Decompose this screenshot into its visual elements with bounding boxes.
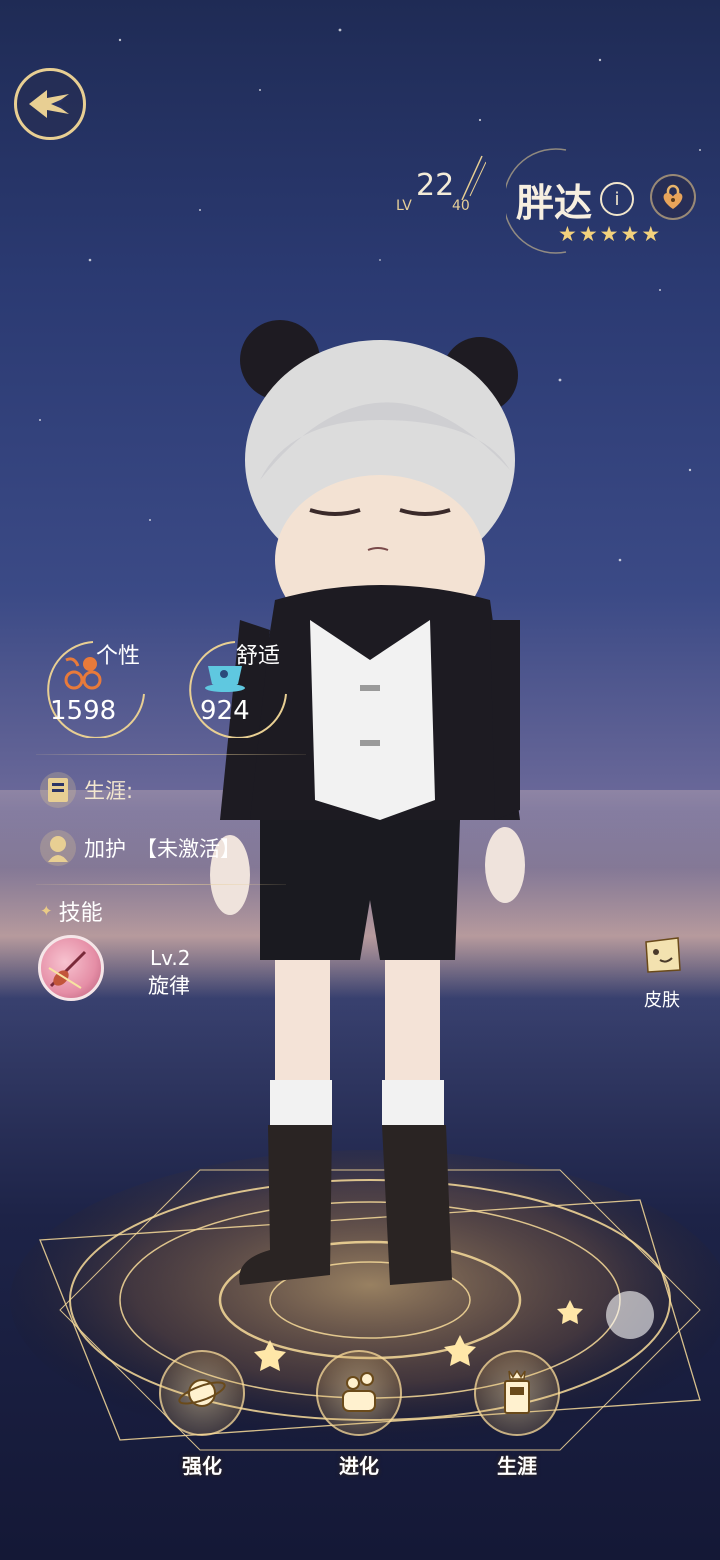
enhance-circle (159, 1350, 245, 1436)
protection-info-row[interactable]: 加护 【未激活】 (38, 828, 241, 868)
rarity-stars: ★ ★ ★ ★ ★ (558, 222, 660, 246)
personality-label: 个性 (96, 644, 141, 669)
skills-heading: ✦ 技能 (40, 895, 103, 927)
evolve-figures-icon (342, 1372, 376, 1412)
star-icon: ★ (599, 222, 619, 246)
character-name: 胖达 (516, 180, 593, 225)
career-icon (40, 772, 76, 808)
skill-level: Lv.2 (150, 946, 191, 970)
section-divider (36, 884, 286, 885)
level-current: 22 (416, 168, 455, 203)
back-button[interactable] (14, 68, 86, 140)
skin-wardrobe-icon (645, 937, 681, 973)
career-circle (474, 1350, 560, 1436)
star-icon: ★ (620, 222, 640, 246)
planet-icon (178, 1379, 226, 1407)
skills-title: 技能 (58, 901, 103, 926)
character-model (210, 320, 525, 1285)
melody-skill-icon[interactable] (38, 935, 104, 1001)
comfort-stat[interactable]: 舒适 924 (176, 638, 294, 738)
edit-icon: i (614, 188, 620, 210)
comfort-label: 舒适 (236, 644, 281, 669)
violin-icon (48, 950, 87, 989)
evolve-button[interactable]: 进化 (314, 1350, 404, 1479)
protection-status: 【未激活】 (136, 837, 241, 861)
evolve-label: 进化 (339, 1454, 379, 1478)
level-indicator: 22 LV 40 (396, 155, 506, 228)
enhance-label: 强化 (182, 1454, 222, 1478)
level-prefix: LV (396, 198, 412, 214)
comfort-value: 924 (200, 696, 250, 726)
enhance-button[interactable]: 强化 (157, 1350, 247, 1479)
back-arrow-icon (29, 90, 69, 118)
section-divider (36, 754, 306, 755)
career-button[interactable]: 生涯 (472, 1350, 562, 1479)
crown-card-icon (504, 1369, 530, 1414)
skin-button[interactable]: 皮肤 (632, 932, 692, 1011)
star-icon: ★ (641, 222, 661, 246)
heart-lock-icon (663, 184, 683, 209)
star-icon: ★ (578, 222, 598, 246)
edit-name-button[interactable]: i (600, 182, 634, 216)
career-info-row[interactable]: 生涯: (38, 770, 133, 810)
lock-button[interactable] (650, 174, 696, 220)
diamond-icon: ✦ (40, 902, 53, 920)
star-icon: ★ (558, 222, 577, 246)
evolve-circle (316, 1350, 402, 1436)
career-nav-label: 生涯 (497, 1454, 537, 1478)
skill-name: 旋律 (148, 974, 190, 998)
skin-label: 皮肤 (644, 990, 680, 1011)
character-name-block: 胖达 i ★ ★ ★ ★ ★ (506, 146, 706, 256)
guardian-icon (40, 830, 76, 866)
personality-stat[interactable]: 个性 1598 (34, 638, 152, 738)
protection-label: 加护 (84, 837, 126, 861)
career-label: 生涯: (84, 779, 134, 803)
personality-value: 1598 (50, 696, 117, 726)
level-divider-icon (461, 155, 486, 201)
